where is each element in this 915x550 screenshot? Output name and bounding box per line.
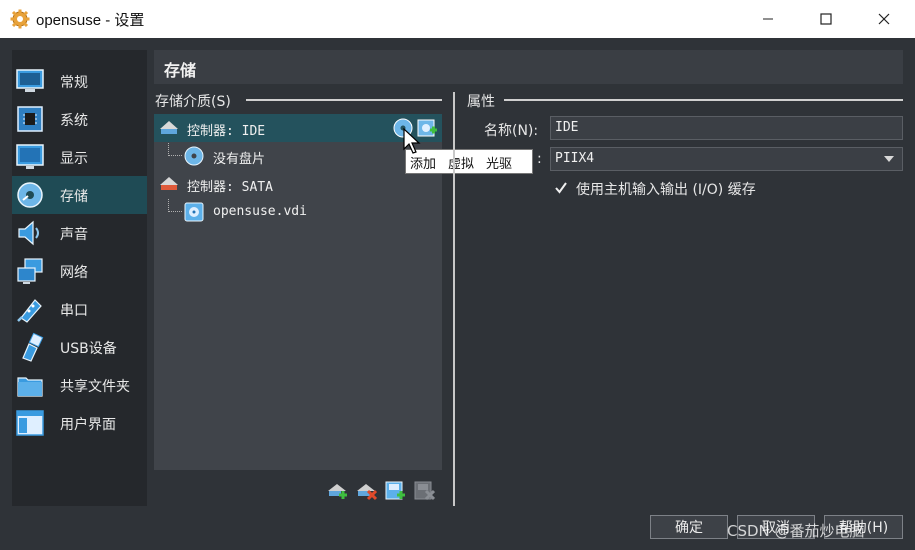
sidebar-item-system[interactable]: 系统 <box>12 100 147 138</box>
sidebar-item-display[interactable]: 显示 <box>12 138 147 176</box>
general-monitor-icon <box>16 69 44 92</box>
tree-item-label: 控制器: IDE <box>187 124 266 139</box>
sidebar-item-network[interactable]: 网络 <box>12 252 147 290</box>
network-icon <box>17 258 43 284</box>
shared-folder-icon <box>17 377 43 397</box>
sidebar-item-label: 用户界面 <box>60 417 116 433</box>
mouse-cursor-icon <box>403 128 421 154</box>
sidebar-item-audio[interactable]: 声音 <box>12 214 147 252</box>
sidebar-item-general[interactable]: 常规 <box>12 62 147 100</box>
tree-item-label: 控制器: SATA <box>187 180 273 195</box>
panel-separator <box>453 92 455 506</box>
settings-dialog-body: 常规 系统 显示 存储 声音 网络 串口 USB设备 共享文件夹 用户界面 存储… <box>0 38 915 550</box>
page-header: 存储 <box>154 50 903 84</box>
sidebar-item-label: USB设备 <box>60 341 117 357</box>
close-button[interactable] <box>855 0 913 38</box>
controller-type-select[interactable]: PIIX4 <box>550 147 903 171</box>
chevron-down-icon <box>884 156 894 162</box>
storage-tree[interactable]: 控制器: IDE 没有盘片 控制器: SATA opensuse.vdi <box>154 114 442 470</box>
section-divider <box>246 99 442 101</box>
sidebar-item-serial[interactable]: 串口 <box>12 290 147 328</box>
storage-disk-icon <box>17 182 43 208</box>
title-bar: opensuse - 设置 <box>0 0 915 38</box>
sidebar-item-label: 常规 <box>60 75 88 91</box>
system-chip-icon <box>17 106 43 132</box>
sidebar-item-label: 系统 <box>60 113 88 129</box>
sidebar-item-label: 共享文件夹 <box>60 379 130 395</box>
serial-port-icon <box>17 299 42 323</box>
minimize-button[interactable] <box>739 0 797 38</box>
sidebar-item-label: 存储 <box>60 189 88 205</box>
speaker-icon <box>18 220 39 246</box>
sidebar-item-usb[interactable]: USB设备 <box>12 328 147 366</box>
settings-sidebar: 常规 系统 显示 存储 声音 网络 串口 USB设备 共享文件夹 用户界面 <box>12 50 147 506</box>
sidebar-item-shared-folders[interactable]: 共享文件夹 <box>12 366 147 404</box>
sidebar-item-label: 声音 <box>60 227 88 243</box>
sidebar-item-user-interface[interactable]: 用户界面 <box>12 404 147 442</box>
tree-item-label: 没有盘片 <box>213 152 266 167</box>
sidebar-item-storage[interactable]: 存储 <box>12 176 147 214</box>
name-field-label: 名称(N): <box>484 123 539 139</box>
controller-icon <box>160 121 178 134</box>
controller-name-input[interactable]: IDE <box>550 116 903 140</box>
usb-icon <box>22 332 44 362</box>
type-field-label: : <box>537 151 542 167</box>
user-interface-icon <box>16 410 44 436</box>
sidebar-item-label: 显示 <box>60 151 88 167</box>
tree-item-label: opensuse.vdi <box>213 204 307 219</box>
add-optical-drive-tooltip: 添加 虚拟 光驱 <box>405 149 533 174</box>
tooltip-word: 添加 <box>410 157 437 172</box>
tooltip-word: 光驱 <box>486 157 513 172</box>
hard-disk-icon <box>184 202 204 222</box>
tree-item-empty-optical[interactable]: 没有盘片 <box>154 142 442 170</box>
watermark: CSDN @番茄炒电脑 <box>727 522 865 540</box>
remove-controller-icon[interactable] <box>355 480 377 502</box>
sidebar-item-label: 串口 <box>60 303 88 319</box>
sidebar-item-label: 网络 <box>60 265 88 281</box>
tree-item-controller-ide[interactable]: 控制器: IDE <box>154 114 442 142</box>
add-controller-icon[interactable] <box>326 480 348 502</box>
storage-media-label: 存储介质(S) <box>155 94 231 110</box>
gear-icon <box>10 9 30 29</box>
page-title: 存储 <box>164 61 197 80</box>
tooltip-word: 虚拟 <box>448 157 475 172</box>
add-attachment-icon[interactable] <box>384 480 406 502</box>
maximize-button[interactable] <box>797 0 855 38</box>
close-icon <box>878 13 890 25</box>
remove-attachment-icon <box>414 481 435 501</box>
section-divider <box>504 99 903 101</box>
tree-item-disk-image[interactable]: opensuse.vdi <box>154 198 442 226</box>
optical-disc-icon <box>184 146 204 166</box>
window-title: opensuse - 设置 <box>36 12 145 29</box>
io-cache-label: 使用主机输入输出 (I/O) 缓存 <box>576 182 756 198</box>
tree-item-controller-sata[interactable]: 控制器: SATA <box>154 170 442 198</box>
minimize-icon <box>763 18 773 20</box>
attributes-label: 属性 <box>467 94 495 110</box>
display-monitor-icon <box>16 144 44 169</box>
ok-button[interactable]: 确定 <box>650 515 728 539</box>
controller-type-value: PIIX4 <box>555 151 595 166</box>
maximize-icon <box>820 13 832 25</box>
io-cache-checkbox[interactable] <box>553 180 569 196</box>
controller-icon <box>160 177 178 190</box>
